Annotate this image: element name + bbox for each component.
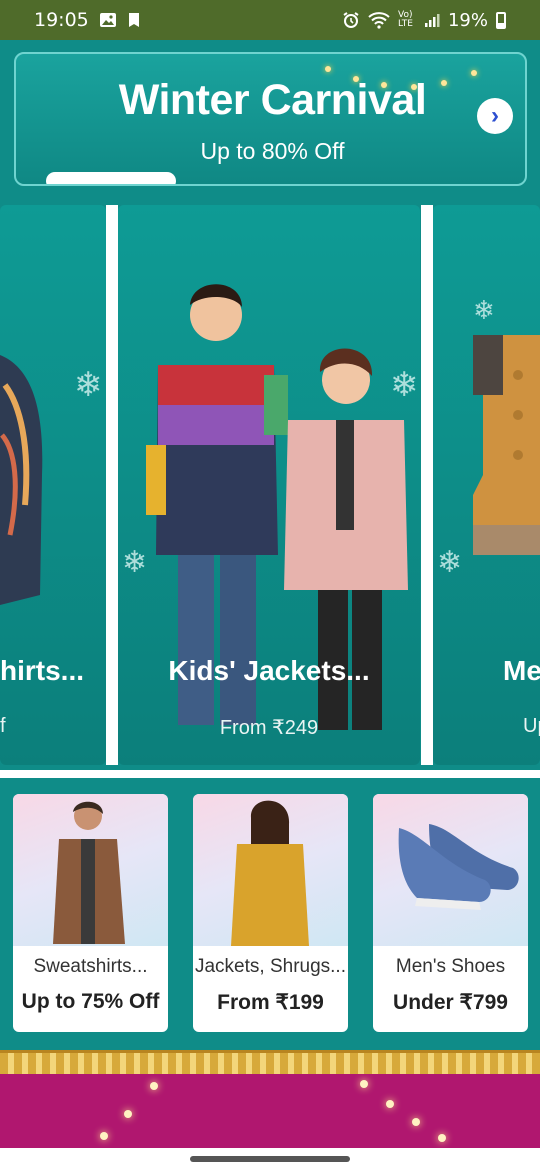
snowflake-icon: ❄ [437, 546, 463, 579]
card-name: Sweatshirts... [33, 956, 148, 977]
carousel-slide-left[interactable]: ❄ hirts... f [0, 205, 106, 765]
decorative-border [0, 1050, 540, 1074]
alarm-icon [343, 12, 359, 28]
carousel-slide-right[interactable]: ❄ ❄ Me Up [433, 205, 540, 765]
card-offer: Up to 75% Off [21, 990, 160, 1013]
card-image [193, 794, 348, 946]
app-root: { "status_bar": { "time": "19:05", "batt… [0, 0, 540, 1170]
slide-divider [421, 205, 433, 765]
jacket-image [0, 355, 43, 605]
slide-price: From ₹249 [219, 717, 319, 739]
product-card-sweatshirts[interactable]: Sweatshirts... Up to 75% Off [13, 794, 168, 1032]
product-card-jackets-shrugs[interactable]: Jackets, Shrugs... From ₹199 [193, 794, 348, 1032]
bookmark-icon [128, 13, 139, 27]
card-image [13, 794, 168, 946]
status-bar: 19:05 Vo) LTE 19% [0, 0, 540, 40]
banner-subtitle: Up to 80% Off [200, 138, 345, 164]
card-name: Jackets, Shrugs... [194, 956, 346, 977]
system-nav-bar [0, 1148, 540, 1170]
wifi-icon [368, 12, 390, 29]
shoes-image [398, 824, 519, 910]
card-offer: Under ₹799 [393, 991, 508, 1014]
winter-carnival-banner[interactable]: Winter Carnival Up to 80% Off › [14, 52, 527, 186]
woman-in-jacket-image [231, 800, 309, 946]
slide-price: f [0, 715, 6, 737]
carousel-slide-kids-jackets[interactable]: ❄ ❄ Kids' Jackets... From ₹249 [118, 205, 420, 765]
banner-title: Winter Carnival [118, 76, 427, 124]
card-name: Men's Shoes [395, 956, 506, 977]
slide-title: hirts... [0, 655, 85, 686]
slide-title: Kids' Jackets... [168, 655, 370, 686]
card-offer: From ₹199 [217, 991, 324, 1014]
snow-decoration [46, 172, 176, 184]
signal-icon [424, 14, 440, 27]
slide-title: Me [503, 655, 540, 686]
home-gesture-handle[interactable] [190, 1156, 350, 1162]
festive-banner-partial[interactable] [0, 1074, 540, 1148]
image-icon [99, 13, 116, 27]
product-card-mens-shoes[interactable]: Men's Shoes Under ₹799 [373, 794, 528, 1032]
card-image [373, 794, 528, 946]
snowflake-icon: ❄ [473, 295, 495, 325]
battery-percent: 19% [447, 9, 488, 31]
battery-icon [496, 11, 506, 29]
chevron-right-icon[interactable]: › [477, 98, 513, 134]
man-in-jacket-image [53, 801, 125, 944]
slide-price: Up [523, 715, 540, 737]
network-label: Vo) LTE [397, 10, 413, 29]
snowflake-icon: ❄ [74, 366, 103, 404]
slide-divider [106, 205, 118, 765]
boot-image [473, 335, 540, 555]
section-divider [0, 770, 540, 778]
status-time: 19:05 [34, 9, 89, 31]
